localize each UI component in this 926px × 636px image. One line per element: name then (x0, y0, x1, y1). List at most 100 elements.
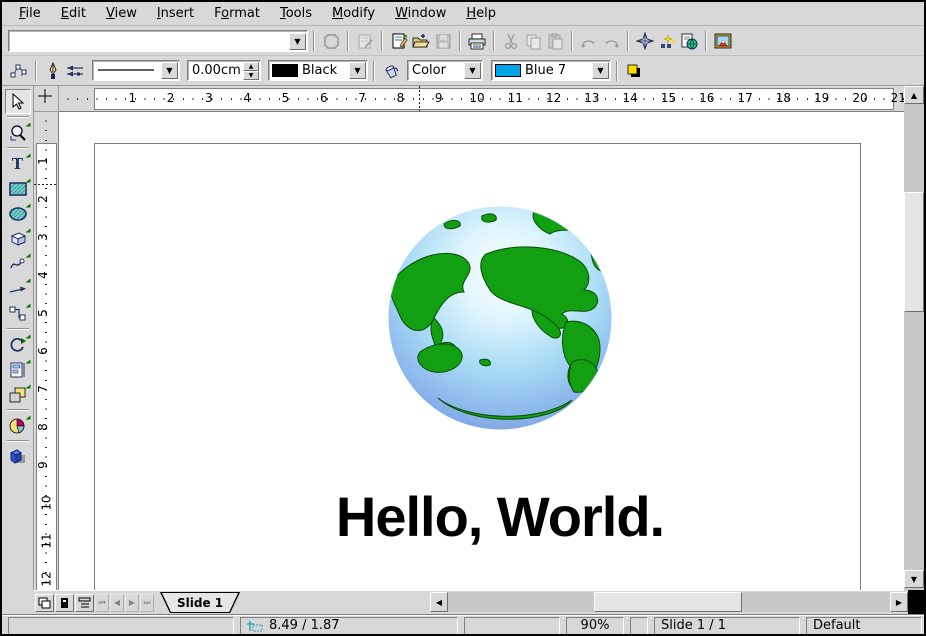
rotate-icon[interactable] (5, 332, 31, 357)
arrow-ends-icon[interactable] (64, 60, 86, 82)
slide-tab-label[interactable]: Slide 1 (161, 593, 239, 612)
horizontal-scroll-thumb[interactable] (594, 592, 742, 612)
menu-window[interactable]: Window (386, 4, 455, 23)
menu-tools[interactable]: Tools (271, 4, 321, 23)
flyout-arrow-icon (25, 335, 30, 339)
spin-up-icon[interactable]: ▲ (243, 62, 259, 71)
save-icon[interactable] (432, 30, 454, 52)
slide-number-text: Slide 1 / 1 (661, 618, 726, 633)
menu-edit[interactable]: Edit (52, 4, 95, 23)
scroll-left-icon[interactable]: ◀ (430, 592, 448, 612)
cut-icon[interactable] (500, 30, 522, 52)
line-width-spinner[interactable]: 0.00cm ▲▼ (187, 60, 261, 81)
fill-type-dropdown-button[interactable]: ▼ (464, 62, 481, 79)
separator (7, 440, 29, 442)
first-slide-icon[interactable]: ⏮ (95, 594, 109, 612)
text-icon[interactable]: T (5, 151, 31, 176)
vertical-scrollbar[interactable]: ▲ ▼ (904, 86, 924, 590)
menu-help[interactable]: Help (457, 4, 505, 23)
zoom-icon[interactable] (5, 120, 31, 145)
spin-down-icon[interactable]: ▼ (243, 71, 259, 80)
arrange-icon[interactable] (5, 382, 31, 407)
separator (571, 31, 573, 51)
url-combobox[interactable]: ▼ (8, 30, 308, 52)
rectangle-icon[interactable] (5, 176, 31, 201)
v-ruler-number: 10 (40, 495, 54, 510)
arrow-line-icon[interactable] (5, 276, 31, 301)
slide-view-icon[interactable] (35, 594, 54, 612)
v-ruler-number: 12 (40, 571, 54, 586)
edit-file-icon[interactable] (354, 30, 376, 52)
new-document-icon[interactable] (388, 30, 410, 52)
line-style-select[interactable]: ▼ (92, 60, 180, 81)
pen-icon[interactable] (42, 60, 64, 82)
curve-icon[interactable] (5, 251, 31, 276)
notes-view-icon[interactable] (55, 594, 74, 612)
globe-image[interactable] (386, 202, 615, 435)
line-width-value[interactable]: 0.00cm (188, 63, 242, 78)
fill-color-dropdown-button[interactable]: ▼ (592, 62, 609, 79)
edit-points-icon[interactable] (8, 60, 30, 82)
alignment-icon[interactable] (5, 357, 31, 382)
line-width-spin-buttons[interactable]: ▲▼ (243, 62, 259, 79)
undo-icon[interactable] (578, 30, 600, 52)
wizard-icon[interactable] (656, 30, 678, 52)
ellipse-icon[interactable] (5, 201, 31, 226)
slide-page[interactable]: Hello, World. (94, 143, 861, 590)
print-icon[interactable] (466, 30, 488, 52)
line-color-dropdown-button[interactable]: ▼ (349, 62, 366, 79)
ruler-origin-box[interactable] (34, 86, 59, 112)
next-slide-icon[interactable]: ▶ (125, 594, 139, 612)
scroll-up-icon[interactable]: ▲ (904, 86, 924, 104)
web-document-icon[interactable] (678, 30, 700, 52)
redo-icon[interactable] (600, 30, 622, 52)
3d-objects-icon[interactable] (5, 226, 31, 251)
fill-icon[interactable] (380, 60, 402, 82)
vertical-ruler[interactable]: 123456789101112 (34, 112, 59, 590)
fill-type-value[interactable]: Color (408, 63, 463, 78)
paste-icon[interactable] (544, 30, 566, 52)
scroll-right-icon[interactable]: ▶ (890, 592, 908, 612)
menu-modify[interactable]: Modify (323, 4, 384, 23)
status-template-cell[interactable]: Default (806, 617, 922, 635)
menu-format[interactable]: Format (205, 4, 269, 23)
copy-icon[interactable] (522, 30, 544, 52)
vertical-scroll-thumb[interactable] (904, 192, 924, 312)
status-zoom-cell[interactable]: 90% (566, 617, 624, 635)
navigator-icon[interactable] (634, 30, 656, 52)
fill-color-value[interactable]: Blue 7 (521, 63, 591, 78)
fill-type-select[interactable]: Color ▼ (407, 60, 483, 81)
stop-icon[interactable] (320, 30, 342, 52)
menu-view[interactable]: View (97, 4, 146, 23)
flyout-arrow-icon (25, 204, 30, 208)
last-slide-icon[interactable]: ⏭ (140, 594, 154, 612)
fill-color-select[interactable]: Blue 7 ▼ (491, 60, 611, 81)
line-style-preview (93, 63, 160, 78)
open-icon[interactable] (410, 30, 432, 52)
gallery-icon[interactable] (712, 30, 734, 52)
horizontal-ruler[interactable]: 123456789101112131415161718192021 (59, 86, 904, 112)
line-style-dropdown-button[interactable]: ▼ (161, 62, 178, 79)
h-ruler-number: 15 (661, 91, 676, 105)
select-icon[interactable] (5, 89, 31, 114)
url-dropdown-button[interactable]: ▼ (289, 33, 306, 50)
horizontal-scrollbar[interactable] (448, 592, 890, 612)
menu-file[interactable]: File (10, 4, 50, 23)
position-icon (247, 620, 263, 632)
hello-world-text[interactable]: Hello, World. (138, 484, 862, 549)
drawing-workspace[interactable]: Hello, World. (59, 112, 904, 590)
prev-slide-icon[interactable]: ◀ (110, 594, 124, 612)
status-position-cell[interactable]: 8.49 / 1.87 (240, 617, 458, 635)
shadow-icon[interactable] (623, 60, 645, 82)
line-color-select[interactable]: Black ▼ (268, 60, 368, 81)
connector-icon[interactable] (5, 301, 31, 326)
3d-controller-icon[interactable] (5, 444, 31, 469)
outline-view-icon[interactable] (75, 594, 94, 612)
line-color-value[interactable]: Black (298, 63, 348, 78)
h-ruler-number: 7 (358, 91, 366, 105)
effects-icon[interactable] (5, 413, 31, 438)
scroll-down-icon[interactable]: ▼ (904, 570, 924, 588)
v-ruler-number: 11 (40, 533, 54, 548)
slide-tab[interactable]: Slide 1 (160, 592, 240, 613)
menu-insert[interactable]: Insert (148, 4, 203, 23)
